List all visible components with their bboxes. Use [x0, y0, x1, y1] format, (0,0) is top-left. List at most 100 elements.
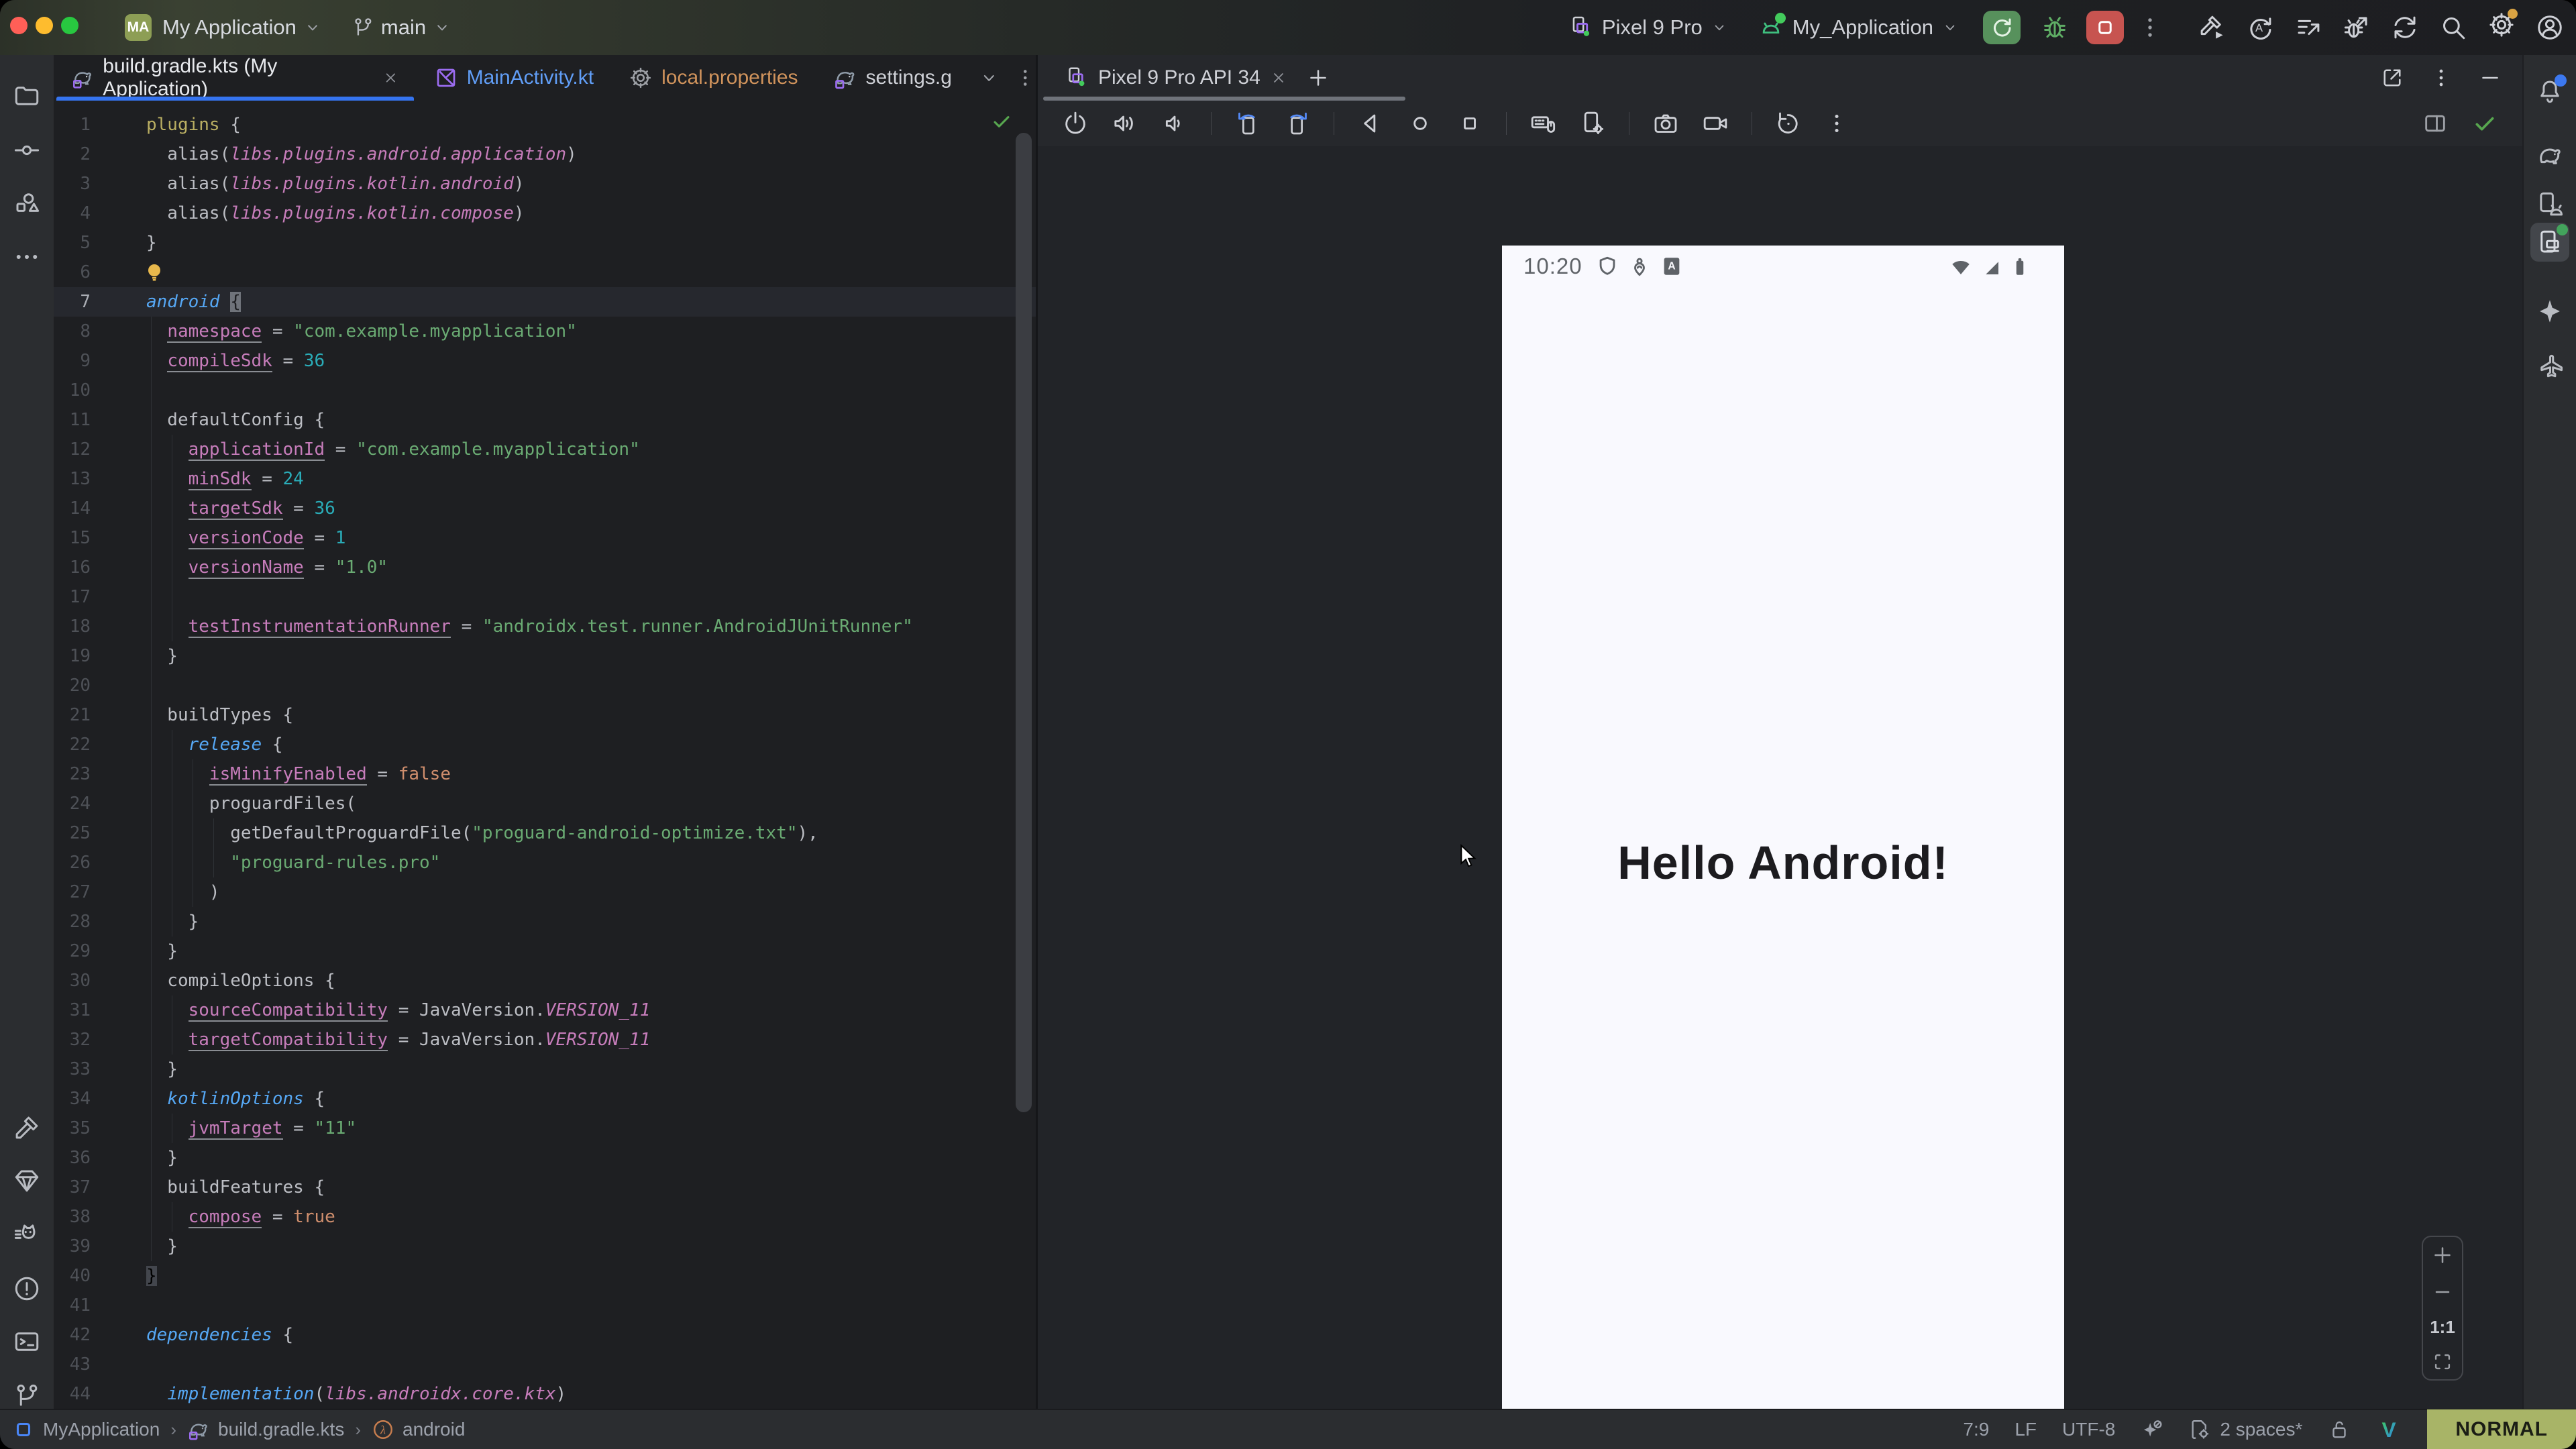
tab-local-properties[interactable]: local.properties [611, 55, 815, 101]
code-line-32[interactable]: 32 targetCompatibility = JavaVersion.VER… [54, 1025, 1036, 1055]
search-everywhere-button[interactable] [2439, 13, 2467, 42]
hardware-input-button[interactable] [1529, 110, 1556, 137]
code-line-4[interactable]: 4 alias(libs.plugins.kotlin.compose) [54, 199, 1036, 228]
ai-assist-off-icon[interactable] [2141, 1418, 2163, 1441]
zoom-fit-button[interactable] [2431, 1350, 2454, 1373]
caret-position-widget[interactable]: 7:9 [1963, 1419, 1989, 1440]
code-line-16[interactable]: 16 versionName = "1.0" [54, 553, 1036, 582]
ideavim-icon[interactable]: V [2376, 1417, 2402, 1442]
code-line-28[interactable]: 28 } [54, 907, 1036, 936]
add-device-tab-button[interactable] [1306, 66, 1330, 90]
tab-list-chevron-button[interactable] [979, 67, 1000, 89]
more-run-actions-button[interactable] [2137, 15, 2163, 40]
code-line-19[interactable]: 19 } [54, 641, 1036, 671]
code-line-22[interactable]: 22 release { [54, 730, 1036, 759]
code-line-25[interactable]: 25 getDefaultProguardFile("proguard-andr… [54, 818, 1036, 848]
code-line-8[interactable]: 8 namespace = "com.example.myapplication… [54, 317, 1036, 346]
project-avatar[interactable]: MA [125, 14, 152, 41]
code-line-1[interactable]: 1plugins { [54, 110, 1036, 140]
code-line-6[interactable]: 6 [54, 258, 1036, 287]
commit-tool-button[interactable] [13, 136, 41, 164]
code-line-11[interactable]: 11 defaultConfig { [54, 405, 1036, 435]
code-line-13[interactable]: 13 minSdk = 24 [54, 464, 1036, 494]
problems-tool-button[interactable] [13, 1275, 41, 1303]
account-button[interactable] [2536, 13, 2564, 42]
inspections-ok-icon[interactable] [990, 110, 1013, 133]
code-line-2[interactable]: 2 alias(libs.plugins.android.application… [54, 140, 1036, 169]
editor-scrollbar[interactable] [1016, 133, 1032, 1112]
rotate-left-button[interactable] [1234, 110, 1261, 137]
breadcrumb-module[interactable]: MyApplication [12, 1418, 160, 1441]
intention-bulb-icon[interactable] [142, 260, 166, 284]
android-back-button[interactable] [1357, 110, 1384, 137]
stop-button[interactable] [2086, 11, 2124, 44]
vim-mode-badge[interactable]: NORMAL [2427, 1409, 2576, 1449]
window-minimize-button[interactable] [36, 17, 53, 34]
ui-check-icon[interactable] [2471, 110, 2498, 137]
code-line-14[interactable]: 14 targetSdk = 36 [54, 494, 1036, 523]
app-quality-insights-tool-button[interactable] [13, 1167, 41, 1195]
profiler-button[interactable] [2294, 13, 2322, 42]
code-line-39[interactable]: 39 } [54, 1232, 1036, 1261]
code-line-5[interactable]: 5} [54, 228, 1036, 258]
code-line-42[interactable]: 42dependencies { [54, 1320, 1036, 1350]
line-ending-widget[interactable]: LF [2015, 1419, 2037, 1440]
panel-options-button[interactable] [2430, 66, 2453, 89]
app-insights-plane-tool-button[interactable] [2536, 352, 2564, 380]
code-line-20[interactable]: 20 [54, 671, 1036, 700]
build-button[interactable] [2198, 13, 2226, 42]
code-line-31[interactable]: 31 sourceCompatibility = JavaVersion.VER… [54, 996, 1036, 1025]
layout-split-button[interactable] [2422, 110, 2449, 137]
notifications-button[interactable] [2536, 77, 2564, 105]
resource-manager-tool-button[interactable] [13, 189, 41, 217]
device-screen[interactable]: 10:20 A Hello Android! [1502, 246, 2064, 1449]
code-line-23[interactable]: 23 isMinifyEnabled = false [54, 759, 1036, 789]
zoom-reset-button[interactable]: 1:1 [2430, 1317, 2455, 1338]
gemini-tool-button[interactable] [2536, 297, 2564, 325]
rotate-right-button[interactable] [1284, 110, 1311, 137]
zoom-out-button[interactable] [2430, 1280, 2455, 1304]
tab-mainactivity[interactable]: MainActivity.kt [417, 55, 611, 101]
code-line-7[interactable]: 7android { [54, 287, 1036, 317]
breadcrumb-file[interactable]: build.gradle.kts [187, 1418, 344, 1441]
running-devices-tool-button[interactable] [2530, 223, 2569, 262]
window-close-button[interactable] [10, 17, 28, 34]
code-line-34[interactable]: 34 kotlinOptions { [54, 1084, 1036, 1114]
code-line-35[interactable]: 35 jvmTarget = "11" [54, 1114, 1036, 1143]
tab-build-gradle[interactable]: build.gradle.kts (My Application) [54, 55, 417, 101]
zoom-in-button[interactable] [2430, 1243, 2455, 1267]
open-in-window-button[interactable] [2380, 66, 2404, 90]
vcs-branch-widget[interactable]: main [352, 15, 451, 40]
code-line-18[interactable]: 18 testInstrumentationRunner = "androidx… [54, 612, 1036, 641]
code-line-36[interactable]: 36 } [54, 1143, 1036, 1173]
toolbar-more-button[interactable] [1825, 111, 1849, 136]
device-selector[interactable]: Pixel 9 Pro [1568, 15, 1728, 40]
gradle-sync-button[interactable] [2391, 13, 2419, 42]
close-icon[interactable] [1270, 69, 1287, 87]
logcat-tool-button[interactable] [13, 1221, 41, 1249]
screen-record-button[interactable] [1702, 110, 1729, 137]
android-home-button[interactable] [1407, 110, 1434, 137]
hide-panel-button[interactable] [2478, 66, 2502, 90]
build-tool-button[interactable] [13, 1114, 41, 1142]
project-tool-button[interactable] [13, 82, 41, 110]
code-line-9[interactable]: 9 compileSdk = 36 [54, 346, 1036, 376]
volume-up-button[interactable] [1112, 110, 1138, 137]
code-line-44[interactable]: 44 implementation(libs.androidx.core.ktx… [54, 1379, 1036, 1409]
indent-widget[interactable]: 2 spaces* [2189, 1418, 2302, 1441]
device-tab[interactable]: Pixel 9 Pro API 34 [1038, 66, 1287, 90]
attach-debugger-button[interactable] [2343, 13, 2371, 42]
breadcrumb-block[interactable]: λ android [372, 1418, 465, 1441]
code-line-29[interactable]: 29 } [54, 936, 1036, 966]
lock-open-icon[interactable] [2328, 1418, 2351, 1441]
code-line-33[interactable]: 33 } [54, 1055, 1036, 1084]
code-line-3[interactable]: 3 alias(libs.plugins.kotlin.android) [54, 169, 1036, 199]
tab-options-button[interactable] [1014, 66, 1036, 89]
settings-button[interactable] [2487, 11, 2516, 44]
android-overview-button[interactable] [1456, 110, 1483, 137]
device-manager-tool-button[interactable] [2536, 191, 2564, 219]
tab-settings-gradle[interactable]: settings.g [816, 55, 969, 101]
device-canvas[interactable]: 10:20 A Hello Android! [1038, 146, 2522, 1409]
code-line-15[interactable]: 15 versionCode = 1 [54, 523, 1036, 553]
reset-button[interactable] [1775, 110, 1802, 137]
